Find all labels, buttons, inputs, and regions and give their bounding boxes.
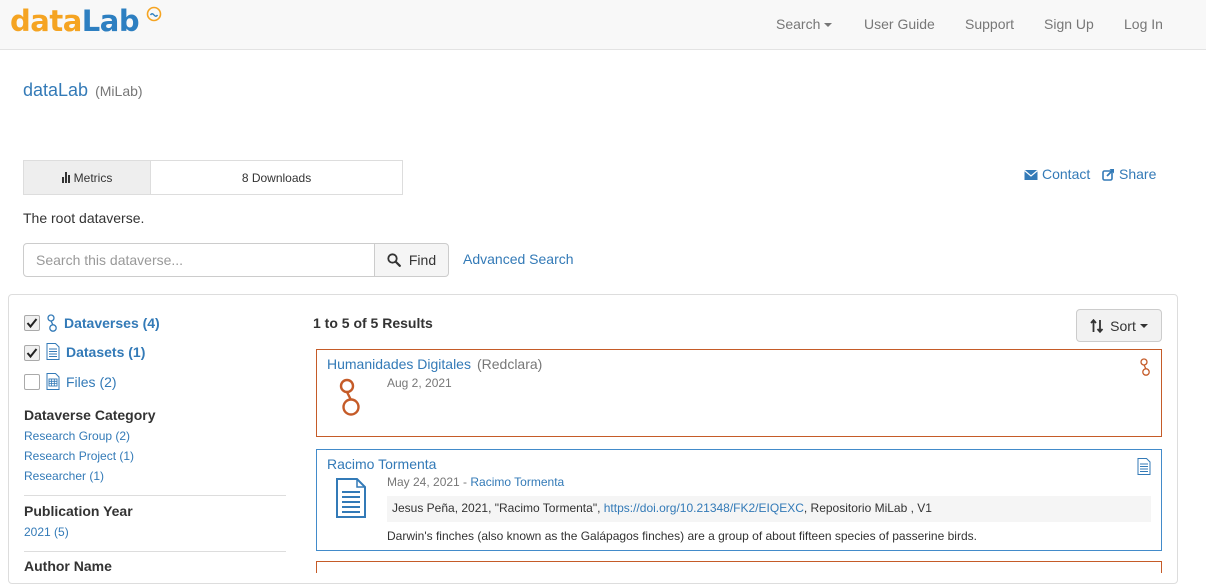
search-input[interactable] (23, 243, 375, 277)
dataverse-title-link[interactable]: dataLab (23, 80, 88, 100)
dataset-thumbnail-icon (336, 478, 366, 518)
citation-suffix: , Repositorio MiLab , V1 (803, 501, 932, 515)
facet-link-researcher[interactable]: Researcher (1) (24, 469, 104, 483)
dataverse-description: The root dataverse. (23, 210, 145, 226)
citation-text: Jesus Peña, 2021, "Racimo Tormenta", (392, 501, 604, 515)
result-card-dataset: Racimo Tormenta May 24, 2021 - Racimo To… (316, 449, 1162, 551)
facet-year-title: Publication Year (24, 503, 133, 519)
nav-log-in[interactable]: Log In (1124, 16, 1163, 33)
bar-chart-icon (61, 172, 71, 183)
dataverse-icon (1140, 358, 1150, 376)
navbar: dataLab Search User Guide Support Sign U… (0, 0, 1206, 50)
brand-mark-icon (146, 6, 162, 22)
find-button[interactable]: Find (374, 243, 449, 277)
result-citation: Jesus Peña, 2021, "Racimo Tormenta", htt… (387, 496, 1151, 522)
facet-dataverses-label: Dataverses (4) (64, 315, 160, 331)
files-checkbox[interactable] (24, 374, 40, 390)
facet-link-year-2021[interactable]: 2021 (5) (24, 525, 69, 539)
search-icon (387, 253, 401, 267)
nav-sign-up[interactable]: Sign Up (1044, 16, 1094, 33)
facet-divider (24, 551, 286, 552)
result-title-link[interactable]: Humanidades Digitales (327, 356, 471, 372)
advanced-search-link[interactable]: Advanced Search (463, 251, 574, 267)
result-date-row: May 24, 2021 - Racimo Tormenta (387, 475, 564, 489)
brand-logo[interactable]: dataLab (10, 4, 162, 44)
nav-user-guide[interactable]: User Guide (864, 16, 935, 33)
dataset-icon (1137, 458, 1151, 475)
sort-dropdown[interactable]: Sort (1076, 309, 1162, 342)
nav-support[interactable]: Support (965, 16, 1014, 33)
brand-wordmark: dataLab (10, 4, 140, 38)
results-count: 1 to 5 of 5 Results (313, 315, 433, 331)
facet-author-title: Author Name (24, 558, 112, 574)
result-date: Aug 2, 2021 (387, 376, 452, 390)
citation-doi-link[interactable]: https://doi.org/10.21348/FK2/EIQEXC (604, 501, 804, 515)
nav-search-dropdown[interactable]: Search (776, 16, 833, 33)
share-button[interactable]: Share (1102, 166, 1156, 182)
facet-link-research-group[interactable]: Research Group (2) (24, 429, 130, 443)
file-icon (46, 373, 60, 390)
result-card-next (316, 561, 1162, 573)
facet-datasets[interactable]: Datasets (1) (46, 343, 145, 360)
checkmark-icon (26, 348, 38, 359)
metrics-downloads: 8 Downloads (241, 170, 312, 185)
envelope-icon (1024, 170, 1038, 180)
dataverse-thumbnail-icon (339, 378, 360, 416)
dataverses-checkbox[interactable] (24, 315, 40, 331)
facet-category-title: Dataverse Category (24, 407, 156, 423)
sort-arrows-icon (1090, 318, 1104, 333)
result-parent-link[interactable]: Racimo Tormenta (470, 475, 564, 489)
metrics-label-text: Metrics (73, 170, 113, 185)
result-title-row: Humanidades Digitales (Redclara) (327, 356, 542, 372)
facet-files[interactable]: Files (2) (46, 373, 117, 390)
result-affiliation: (Redclara) (476, 356, 543, 372)
sort-label: Sort (1110, 317, 1136, 334)
brand-data-text: data (10, 4, 82, 38)
datasets-checkbox[interactable] (24, 345, 40, 361)
result-description: Darwin's finches (also known as the Galá… (387, 529, 977, 543)
result-title-row: Racimo Tormenta (327, 456, 436, 472)
facet-link-research-project[interactable]: Research Project (1) (24, 449, 134, 463)
dataverse-icon (47, 314, 57, 332)
contact-label: Contact (1042, 166, 1091, 182)
result-card-dataverse: Humanidades Digitales (Redclara) Aug 2, 2… (316, 349, 1162, 437)
contact-button[interactable]: Contact (1024, 166, 1090, 182)
facet-divider (24, 495, 286, 496)
find-label: Find (408, 252, 437, 268)
facet-datasets-label: Datasets (1) (66, 343, 146, 360)
facet-dataverses[interactable]: Dataverses (4) (46, 314, 160, 332)
result-date: May 24, 2021 (387, 475, 460, 489)
dataverse-affiliation: (MiLab) (95, 83, 143, 99)
metrics-label: Metrics (24, 161, 151, 194)
checkmark-icon (26, 318, 38, 329)
result-title-link[interactable]: Racimo Tormenta (327, 456, 436, 472)
metrics-block: Metrics 8 Downloads (23, 160, 403, 195)
chevron-down-icon (1139, 323, 1148, 328)
result-separator: - (459, 475, 471, 489)
nav-search-label: Search (776, 16, 821, 32)
share-label: Share (1119, 166, 1157, 182)
facet-files-label: Files (2) (66, 373, 117, 390)
dataset-icon (46, 343, 60, 360)
dataverse-header: dataLab (MiLab) (23, 80, 143, 101)
share-icon (1102, 169, 1114, 181)
chevron-down-icon (824, 23, 833, 28)
brand-lab-text: Lab (81, 4, 140, 38)
